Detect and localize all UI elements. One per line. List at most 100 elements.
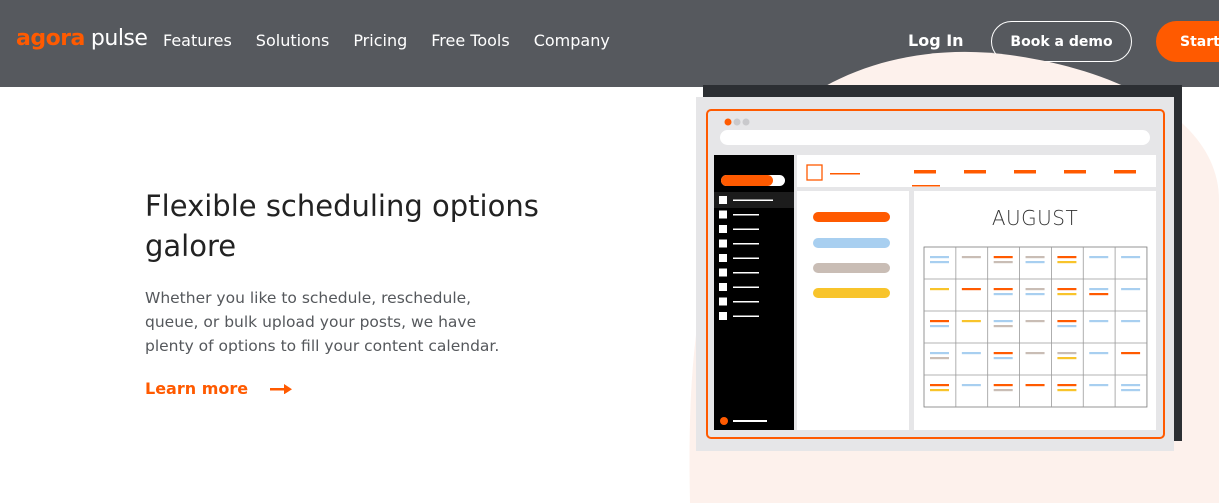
calendar-post-marker: [1121, 288, 1141, 291]
start-trial-button[interactable]: Start: [1156, 21, 1219, 62]
sidebar-status-line: [733, 420, 767, 422]
nav-item-free-tools[interactable]: Free Tools: [431, 31, 509, 50]
calendar-post-marker: [930, 389, 949, 392]
post-pill-taupe: [813, 263, 890, 273]
app-toolbar: [797, 155, 1156, 187]
calendar-post-marker: [1057, 261, 1077, 264]
post-pill-orange: [813, 212, 890, 222]
calendar-post-marker: [1121, 384, 1141, 387]
calendar-post-marker: [1121, 256, 1141, 259]
calendar-post-marker: [930, 357, 949, 360]
sidebar-row-line: [733, 301, 759, 303]
calendar-post-marker: [1025, 320, 1045, 323]
sidebar-rows: [719, 196, 773, 320]
calendar-post-marker: [1089, 256, 1109, 259]
agorapulse-logo[interactable]: agora pulse: [16, 26, 148, 51]
calendar-post-marker: [1057, 256, 1077, 259]
learn-more-link[interactable]: Learn more: [145, 379, 293, 398]
calendar-post-marker: [1089, 288, 1109, 291]
address-bar: [720, 130, 1150, 145]
calendar-post-marker: [1025, 256, 1045, 259]
calendar-post-marker: [1057, 288, 1077, 291]
window-dot-grey-1: [733, 118, 741, 126]
calendar-post-marker: [961, 320, 981, 323]
browser-outline: [706, 109, 1165, 439]
calendar-post-marker: [993, 352, 1013, 355]
calendar-post-marker: [1025, 288, 1045, 291]
calendar-post-marker: [993, 256, 1013, 259]
nav-item-features[interactable]: Features: [163, 31, 232, 50]
sidebar-row-line: [733, 315, 759, 317]
main-menu: Features Solutions Pricing Free Tools Co…: [163, 31, 634, 50]
sidebar-pill-fill: [721, 175, 773, 186]
window-dot-grey-2: [742, 118, 750, 126]
logo-pulse-text: pulse: [90, 26, 148, 51]
sidebar-row-line: [733, 257, 759, 259]
learn-more-label: Learn more: [145, 379, 249, 398]
calendar-grid: [923, 246, 1148, 408]
logo-agora-text: agora: [16, 26, 85, 51]
calendar-month-label: AUGUST: [991, 206, 1079, 230]
calendar-post-marker: [1057, 325, 1077, 328]
sidebar-row-checkbox: [719, 196, 727, 204]
calendar-post-marker: [993, 288, 1013, 291]
post-pill-blue: [813, 238, 890, 248]
sidebar-selected-row: [714, 192, 794, 208]
calendar-post-marker: [1089, 320, 1109, 323]
calendar-post-marker: [1121, 320, 1141, 323]
sidebar-row-line: [733, 214, 759, 216]
calendar-post-marker: [1089, 384, 1109, 387]
nav-item-company[interactable]: Company: [534, 31, 610, 50]
calendar-post-marker: [1057, 293, 1077, 296]
nav-item-solutions[interactable]: Solutions: [256, 31, 330, 50]
calendar-post-marker: [930, 325, 949, 328]
sidebar-row-checkbox: [719, 210, 727, 219]
calendar-post-marker: [993, 384, 1013, 387]
calendar-post-marker: [930, 256, 949, 259]
calendar-post-marker: [1089, 352, 1109, 355]
sidebar-row-line: [733, 243, 759, 245]
sidebar-row-checkbox: [719, 297, 727, 306]
calendar-post-marker: [1057, 357, 1077, 360]
sidebar-row-line: [733, 199, 773, 201]
calendar-post-marker: [930, 384, 949, 387]
sidebar-row-checkbox: [719, 225, 727, 233]
sidebar-row-checkbox: [719, 254, 727, 262]
calendar-post-marker: [993, 293, 1013, 296]
calendar-post-marker: [1057, 320, 1077, 323]
calendar-border: [923, 246, 1148, 408]
post-pill-yellow: [813, 288, 890, 298]
calendar-post-marker: [993, 261, 1013, 264]
hero-title: Flexible scheduling options galore: [145, 189, 539, 263]
arrow-right-icon: [270, 383, 293, 394]
calendar-post-marker: [930, 320, 949, 323]
toolbar-tab-dash: [914, 170, 936, 174]
sidebar-row-checkbox: [719, 312, 727, 320]
calendar-post-marker: [930, 261, 949, 264]
calendar-post-marker: [1025, 293, 1045, 296]
browser-window: [696, 97, 1174, 451]
post-list-panel: [797, 191, 909, 430]
calendar-post-marker: [930, 288, 949, 291]
sidebar-status-dot: [720, 417, 728, 425]
toolbar-tab-underline: [912, 185, 940, 187]
top-navigation: agora pulse Features Solutions Pricing F…: [0, 0, 1219, 87]
calendar-post-marker: [1057, 384, 1077, 387]
nav-item-pricing[interactable]: Pricing: [353, 31, 407, 50]
calendar-post-marker: [961, 352, 981, 355]
toolbar-checkbox: [806, 164, 823, 181]
hero-description: Whether you like to schedule, reschedule…: [145, 289, 500, 355]
calendar-post-marker: [1025, 384, 1045, 387]
login-link[interactable]: Log In: [908, 31, 964, 50]
calendar-post-marker: [993, 320, 1013, 323]
calendar-post-marker: [961, 384, 981, 387]
calendar-post-marker: [993, 389, 1013, 392]
sidebar-row-checkbox: [719, 239, 727, 248]
book-demo-button[interactable]: Book a demo: [991, 21, 1132, 62]
sidebar-row-line: [733, 286, 759, 288]
sidebar-pill: [721, 175, 785, 186]
calendar-post-marker: [961, 256, 981, 259]
background-blob: [689, 51, 1219, 503]
toolbar-tabs: [914, 170, 1136, 174]
calendar-post-marker: [1089, 293, 1109, 296]
